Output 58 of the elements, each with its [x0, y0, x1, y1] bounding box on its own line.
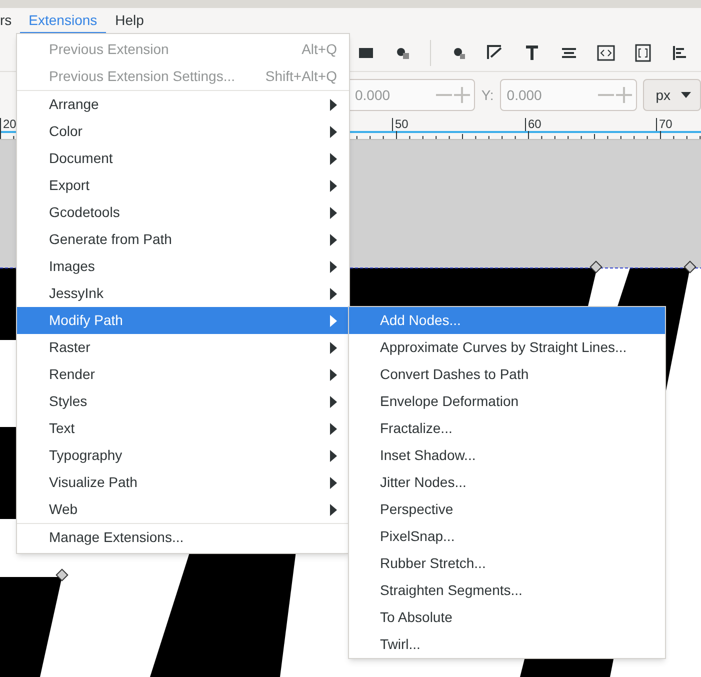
submenu-arrow-icon — [330, 180, 337, 192]
menu-item[interactable]: Visualize Path — [17, 469, 349, 496]
submenu-arrow-icon — [330, 476, 337, 488]
menu-item[interactable]: Typography — [17, 442, 349, 469]
menu-item[interactable]: PixelSnap... — [349, 523, 665, 550]
node-handle[interactable] — [590, 260, 602, 274]
submenu-arrow-icon — [330, 126, 337, 138]
menu-item[interactable]: Text — [17, 415, 349, 442]
submenu-arrow-icon — [330, 422, 337, 434]
node-handle[interactable] — [56, 568, 68, 582]
menu-item[interactable]: Web — [17, 496, 349, 523]
submenu-arrow-icon — [330, 288, 337, 300]
submenu-arrow-icon — [330, 504, 337, 516]
menu-item[interactable]: Convert Dashes to Path — [349, 361, 665, 388]
unit-dropdown[interactable]: px — [642, 79, 701, 111]
menu-item[interactable]: Raster — [17, 334, 349, 361]
ruler-label: 60 — [525, 118, 542, 131]
menu-item[interactable]: Envelope Deformation — [349, 388, 665, 415]
menu-item[interactable]: Twirl... — [349, 631, 665, 658]
menu-item[interactable]: Rubber Stretch... — [349, 550, 665, 577]
submenu-arrow-icon — [330, 342, 337, 354]
menu-item[interactable]: Render — [17, 361, 349, 388]
menu-item[interactable]: Inset Shadow... — [349, 442, 665, 469]
ruler-label: 70 — [656, 118, 672, 131]
node-handle[interactable] — [684, 260, 696, 274]
submenu-arrow-icon — [330, 314, 337, 326]
menu-bar-item[interactable]: Help — [106, 8, 153, 34]
menu-item[interactable]: Modify Path — [17, 307, 349, 334]
menu-item[interactable]: Jitter Nodes... — [349, 469, 665, 496]
xml-editor-icon[interactable] — [596, 42, 616, 62]
object-properties-icon[interactable] — [633, 42, 653, 62]
menu-item[interactable]: Manage Extensions... — [17, 524, 349, 551]
menu-item[interactable]: Export — [17, 172, 349, 199]
menu-item[interactable]: Document — [17, 145, 349, 172]
menu-item[interactable]: Straighten Segments... — [349, 577, 665, 604]
menu-item[interactable]: Add Nodes... — [349, 307, 665, 334]
submenu-arrow-icon — [330, 260, 337, 272]
submenu-arrow-icon — [330, 368, 337, 380]
menu-item[interactable]: Perspective — [349, 496, 665, 523]
submenu-arrow-icon — [330, 450, 337, 462]
menu-item[interactable]: To Absolute — [349, 604, 665, 631]
menu-item[interactable]: Fractalize... — [349, 415, 665, 442]
y-label: Y: — [481, 86, 494, 104]
ruler-label: 50 — [392, 118, 408, 131]
menu-item[interactable]: Color — [17, 118, 349, 145]
menu-item[interactable]: Images — [17, 253, 349, 280]
submenu-arrow-icon — [330, 234, 337, 246]
menu-item[interactable]: JessyInk — [17, 280, 349, 307]
menu-item[interactable]: Generate from Path — [17, 226, 349, 253]
menu-item[interactable]: Styles — [17, 388, 349, 415]
menu-item[interactable]: Approximate Curves by Straight Lines... — [349, 334, 665, 361]
submenu-arrow-icon — [330, 206, 337, 218]
submenu-arrow-icon — [330, 396, 337, 408]
caret-icon — [680, 92, 691, 98]
submenu-arrow-icon — [330, 152, 337, 164]
menu-bar-item[interactable]: rs — [0, 8, 20, 34]
menu-item[interactable]: Gcodetools — [17, 199, 349, 226]
submenu-arrow-icon — [330, 98, 337, 110]
